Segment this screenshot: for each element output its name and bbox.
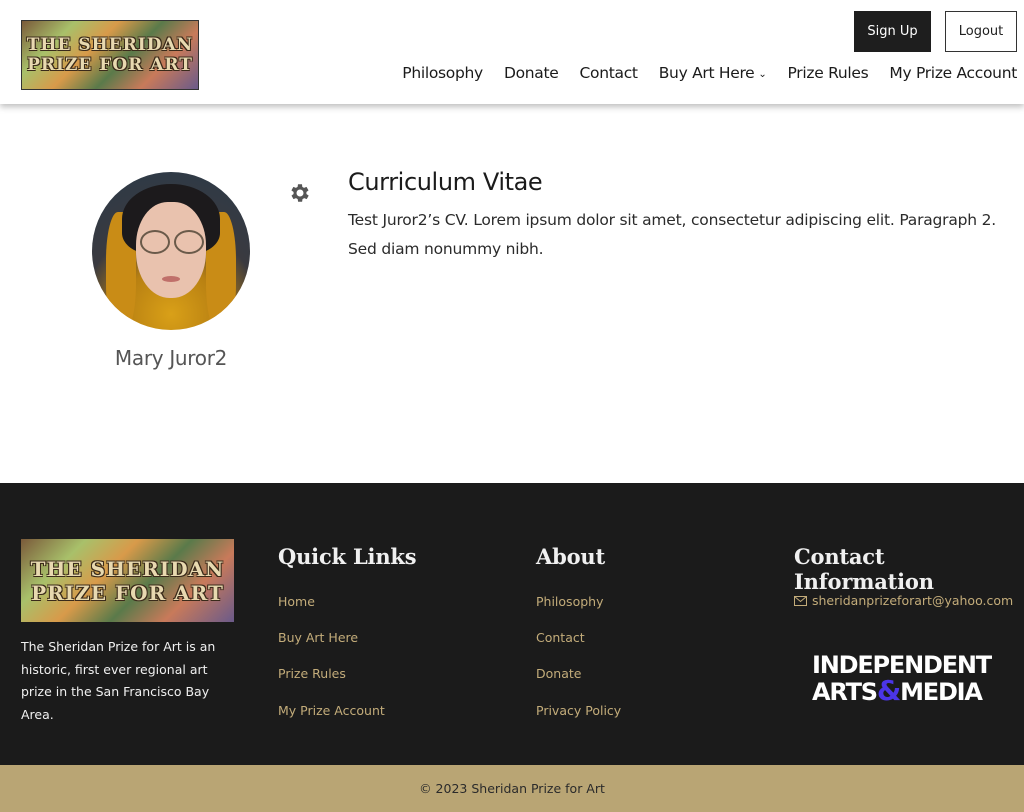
footer-link-donate[interactable]: Donate [536, 666, 581, 681]
site-footer: THE SHERIDAN PRIZE FOR ART The Sheridan … [0, 483, 1024, 765]
partner-logo-line2: ARTS&MEDIA [812, 677, 1000, 706]
site-logo-text: THE SHERIDAN PRIZE FOR ART [26, 35, 194, 75]
nav-buy-art-here[interactable]: Buy Art Here ⌄ [659, 64, 767, 82]
cv-text: Test Juror2’s CV. Lorem ipsum dolor sit … [348, 211, 997, 258]
nav-prize-rules[interactable]: Prize Rules [788, 64, 869, 82]
partner-logo-amp: & [876, 674, 901, 707]
footer-description: The Sheridan Prize for Art is an histori… [21, 639, 216, 722]
avatar-glasses-right [174, 230, 204, 254]
footer-link-prize-rules[interactable]: Prize Rules [278, 666, 346, 681]
nav-donate[interactable]: Donate [504, 64, 559, 82]
footer-link-home[interactable]: Home [278, 594, 315, 609]
quick-links-heading: Quick Links [278, 544, 417, 569]
contact-email-link[interactable]: sheridanprizeforart@yahoo.com [794, 593, 1013, 608]
chevron-down-icon: ⌄ [758, 69, 767, 80]
sign-up-button[interactable]: Sign Up [854, 11, 931, 52]
contact-heading: Contact Information [794, 544, 934, 594]
gear-icon[interactable] [288, 181, 312, 205]
nav-contact[interactable]: Contact [580, 64, 639, 82]
contact-email-text: sheridanprizeforart@yahoo.com [812, 593, 1014, 608]
footer-link-my-prize-account[interactable]: My Prize Account [278, 703, 385, 718]
juror-name: Mary Juror2 [114, 346, 228, 370]
footer-logo-text: THE SHERIDAN PRIZE FOR ART [30, 556, 225, 605]
copyright-text: © 2023 Sheridan Prize for Art [419, 781, 605, 796]
avatar-glasses-left [140, 230, 170, 254]
footer-logo[interactable]: THE SHERIDAN PRIZE FOR ART [21, 539, 234, 622]
mail-icon [794, 595, 807, 606]
nav-buy-art-here-label: Buy Art Here [658, 64, 755, 82]
independent-arts-media-logo[interactable]: INDEPENDENT ARTS&MEDIA [812, 653, 1000, 705]
site-logo[interactable]: THE SHERIDAN PRIZE FOR ART [21, 20, 199, 90]
cv-title: Curriculum Vitae [348, 168, 543, 196]
footer-link-privacy-policy[interactable]: Privacy Policy [536, 703, 621, 718]
copyright-bar: © 2023 Sheridan Prize for Art [0, 765, 1024, 812]
avatar-lips [162, 276, 180, 282]
footer-link-buy-art-here[interactable]: Buy Art Here [278, 630, 358, 645]
partner-logo-line1: INDEPENDENT [812, 651, 992, 679]
footer-link-philosophy[interactable]: Philosophy [536, 594, 603, 609]
partner-logo-media: MEDIA [900, 678, 983, 706]
nav-my-prize-account[interactable]: My Prize Account [889, 64, 1017, 82]
juror-avatar [92, 172, 250, 330]
site-header: THE SHERIDAN PRIZE FOR ART Sign Up Logou… [0, 0, 1024, 104]
main-nav: Philosophy Donate Contact Buy Art Here ⌄… [402, 64, 1017, 82]
partner-logo-arts: ARTS [812, 678, 878, 706]
footer-link-contact[interactable]: Contact [536, 630, 585, 645]
nav-philosophy[interactable]: Philosophy [402, 64, 483, 82]
about-heading: About [536, 544, 605, 569]
logout-button[interactable]: Logout [945, 11, 1017, 52]
